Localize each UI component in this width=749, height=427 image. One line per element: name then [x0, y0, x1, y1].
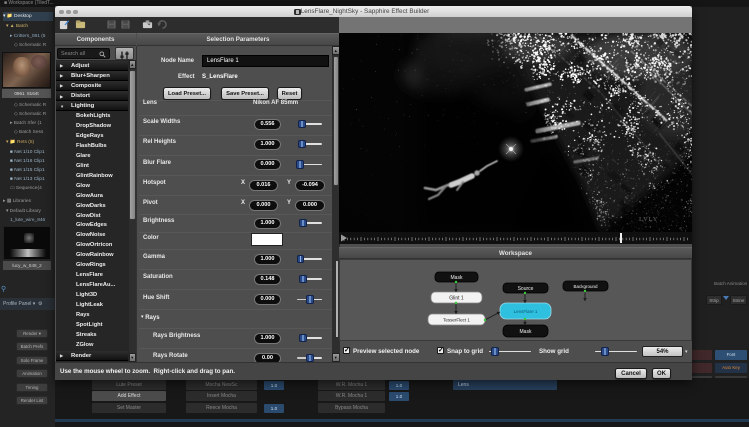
svg-text:Background: Background	[573, 284, 598, 289]
svg-text:TesserFlect 1: TesserFlect 1	[443, 318, 470, 323]
svg-text:Glint 1: Glint 1	[449, 296, 464, 302]
svg-text:Mask: Mask	[520, 329, 532, 335]
svg-text:Source: Source	[518, 286, 534, 292]
svg-text:LensFlare 1: LensFlare 1	[514, 309, 538, 314]
svg-text:Mask: Mask	[451, 275, 463, 281]
